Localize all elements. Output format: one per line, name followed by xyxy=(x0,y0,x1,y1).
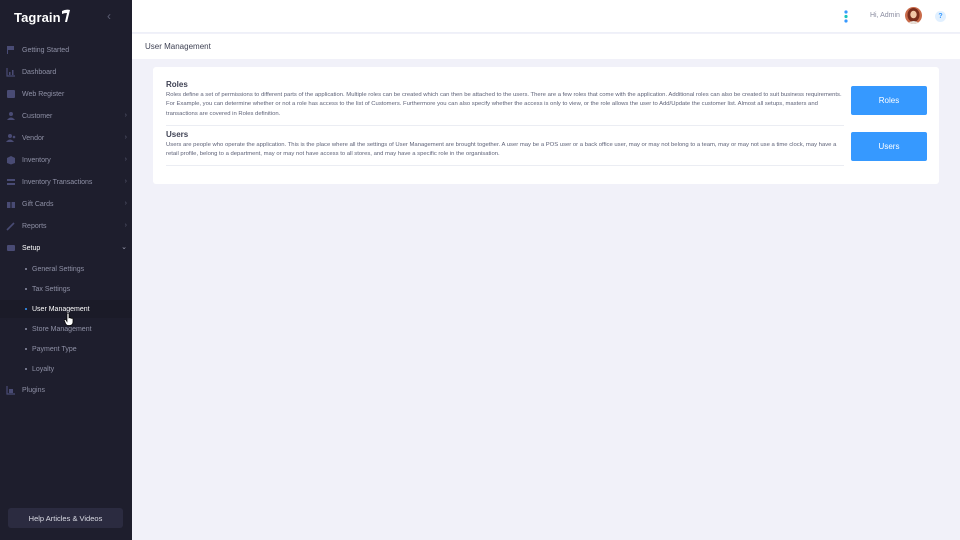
user-management-card: Roles Roles define a set of permissions … xyxy=(153,67,939,184)
reports-icon xyxy=(6,222,15,231)
collapse-sidebar-icon[interactable]: ‹ xyxy=(104,9,114,23)
sidebar-subitem-loyalty[interactable]: Loyalty xyxy=(0,360,132,378)
chevron-down-icon: ⌄ xyxy=(121,244,127,251)
chevron-right-icon: › xyxy=(124,222,127,229)
sidebar-item-label: Inventory Transactions xyxy=(22,178,93,186)
box-icon xyxy=(7,156,15,165)
users-section: Users Users are people who operate the a… xyxy=(166,130,927,166)
top-header: Hi, Admin ? xyxy=(132,0,960,33)
chart-icon xyxy=(6,68,15,77)
flag-icon xyxy=(7,46,14,54)
bullet-icon xyxy=(25,348,27,350)
plugins-icon xyxy=(6,386,15,395)
sidebar-item-label: Getting Started xyxy=(22,46,70,54)
sidebar-subitem-label: Payment Type xyxy=(32,345,77,353)
sidebar-item-setup[interactable]: Setup ⌄ xyxy=(0,237,132,259)
sidebar-subitem-tax-settings[interactable]: Tax Settings xyxy=(0,280,132,298)
sidebar-item-gift-cards[interactable]: Gift Cards › xyxy=(0,193,132,215)
sidebar-item-plugins[interactable]: Plugins xyxy=(0,379,132,401)
divider xyxy=(166,125,844,126)
roles-section: Roles Roles define a set of permissions … xyxy=(166,80,927,120)
chevron-right-icon: › xyxy=(124,156,127,163)
sidebar-item-label: Inventory xyxy=(22,156,51,164)
sidebar-item-getting-started[interactable]: Getting Started xyxy=(0,39,132,61)
sync-icon[interactable] xyxy=(842,10,850,23)
setup-icon xyxy=(7,245,15,251)
divider xyxy=(166,165,844,166)
sidebar-subitem-label: Tax Settings xyxy=(32,285,71,293)
register-icon xyxy=(7,90,15,98)
sidebar-subitem-general-settings[interactable]: General Settings xyxy=(0,260,132,278)
sidebar-item-label: Dashboard xyxy=(22,68,57,76)
sidebar-subitem-label: General Settings xyxy=(32,265,85,273)
gift-card-icon xyxy=(7,200,15,208)
sidebar-subitem-label: Loyalty xyxy=(32,365,55,373)
brand-name: Tagrain xyxy=(14,9,61,25)
bullet-icon xyxy=(25,268,27,270)
sidebar-item-inventory[interactable]: Inventory › xyxy=(0,149,132,171)
chevron-right-icon: › xyxy=(124,134,127,141)
sidebar-item-web-register[interactable]: Web Register xyxy=(0,83,132,105)
sidebar-item-vendor[interactable]: Vendor › xyxy=(0,127,132,149)
chevron-right-icon: › xyxy=(124,200,127,207)
subheader: User Management xyxy=(132,34,960,59)
users-description: Users are people who operate the applica… xyxy=(166,142,837,158)
roles-button[interactable]: Roles xyxy=(851,86,927,115)
users-button[interactable]: Users xyxy=(851,132,927,161)
vendor-icon xyxy=(6,134,16,142)
hand-cursor-icon xyxy=(64,313,74,326)
users-title: Users xyxy=(166,130,189,139)
bullet-icon xyxy=(25,368,27,370)
sidebar-item-label: Reports xyxy=(22,222,47,230)
transactions-icon xyxy=(7,179,15,185)
page-title: User Management xyxy=(145,42,211,51)
user-greeting[interactable]: Hi, Admin xyxy=(870,12,900,19)
sidebar-item-customer[interactable]: Customer › xyxy=(0,105,132,127)
bullet-icon xyxy=(25,288,27,290)
help-articles-button[interactable]: Help Articles & Videos xyxy=(8,508,123,528)
brand-mark-icon xyxy=(61,9,70,22)
bullet-icon xyxy=(25,308,27,310)
bullet-icon xyxy=(25,328,27,330)
chevron-right-icon: › xyxy=(124,112,127,119)
sidebar-item-reports[interactable]: Reports › xyxy=(0,215,132,237)
user-photo-icon xyxy=(905,7,922,24)
sidebar-subitem-label: User Management xyxy=(32,305,90,313)
sidebar-item-label: Gift Cards xyxy=(22,200,54,208)
sidebar-item-inventory-transactions[interactable]: Inventory Transactions › xyxy=(0,171,132,193)
sidebar-item-label: Setup xyxy=(22,244,41,252)
roles-title: Roles xyxy=(166,80,188,89)
user-icon xyxy=(7,112,15,120)
avatar[interactable] xyxy=(905,7,922,24)
sidebar-item-label: Customer xyxy=(22,112,53,120)
sidebar-subitem-payment-type[interactable]: Payment Type xyxy=(0,340,132,358)
sidebar-item-label: Plugins xyxy=(22,386,45,394)
sidebar-subitem-label: Store Management xyxy=(32,325,92,333)
sidebar-item-label: Vendor xyxy=(22,134,45,142)
sidebar-item-label: Web Register xyxy=(22,90,65,98)
sidebar: Tagrain ‹ Getting Started Dashboard Web … xyxy=(0,0,132,540)
chevron-right-icon: › xyxy=(124,178,127,185)
help-icon[interactable]: ? xyxy=(935,11,946,22)
sidebar-item-dashboard[interactable]: Dashboard xyxy=(0,61,132,83)
roles-description: Roles define a set of permissions to dif… xyxy=(166,92,842,117)
brand-logo[interactable]: Tagrain xyxy=(14,7,71,27)
